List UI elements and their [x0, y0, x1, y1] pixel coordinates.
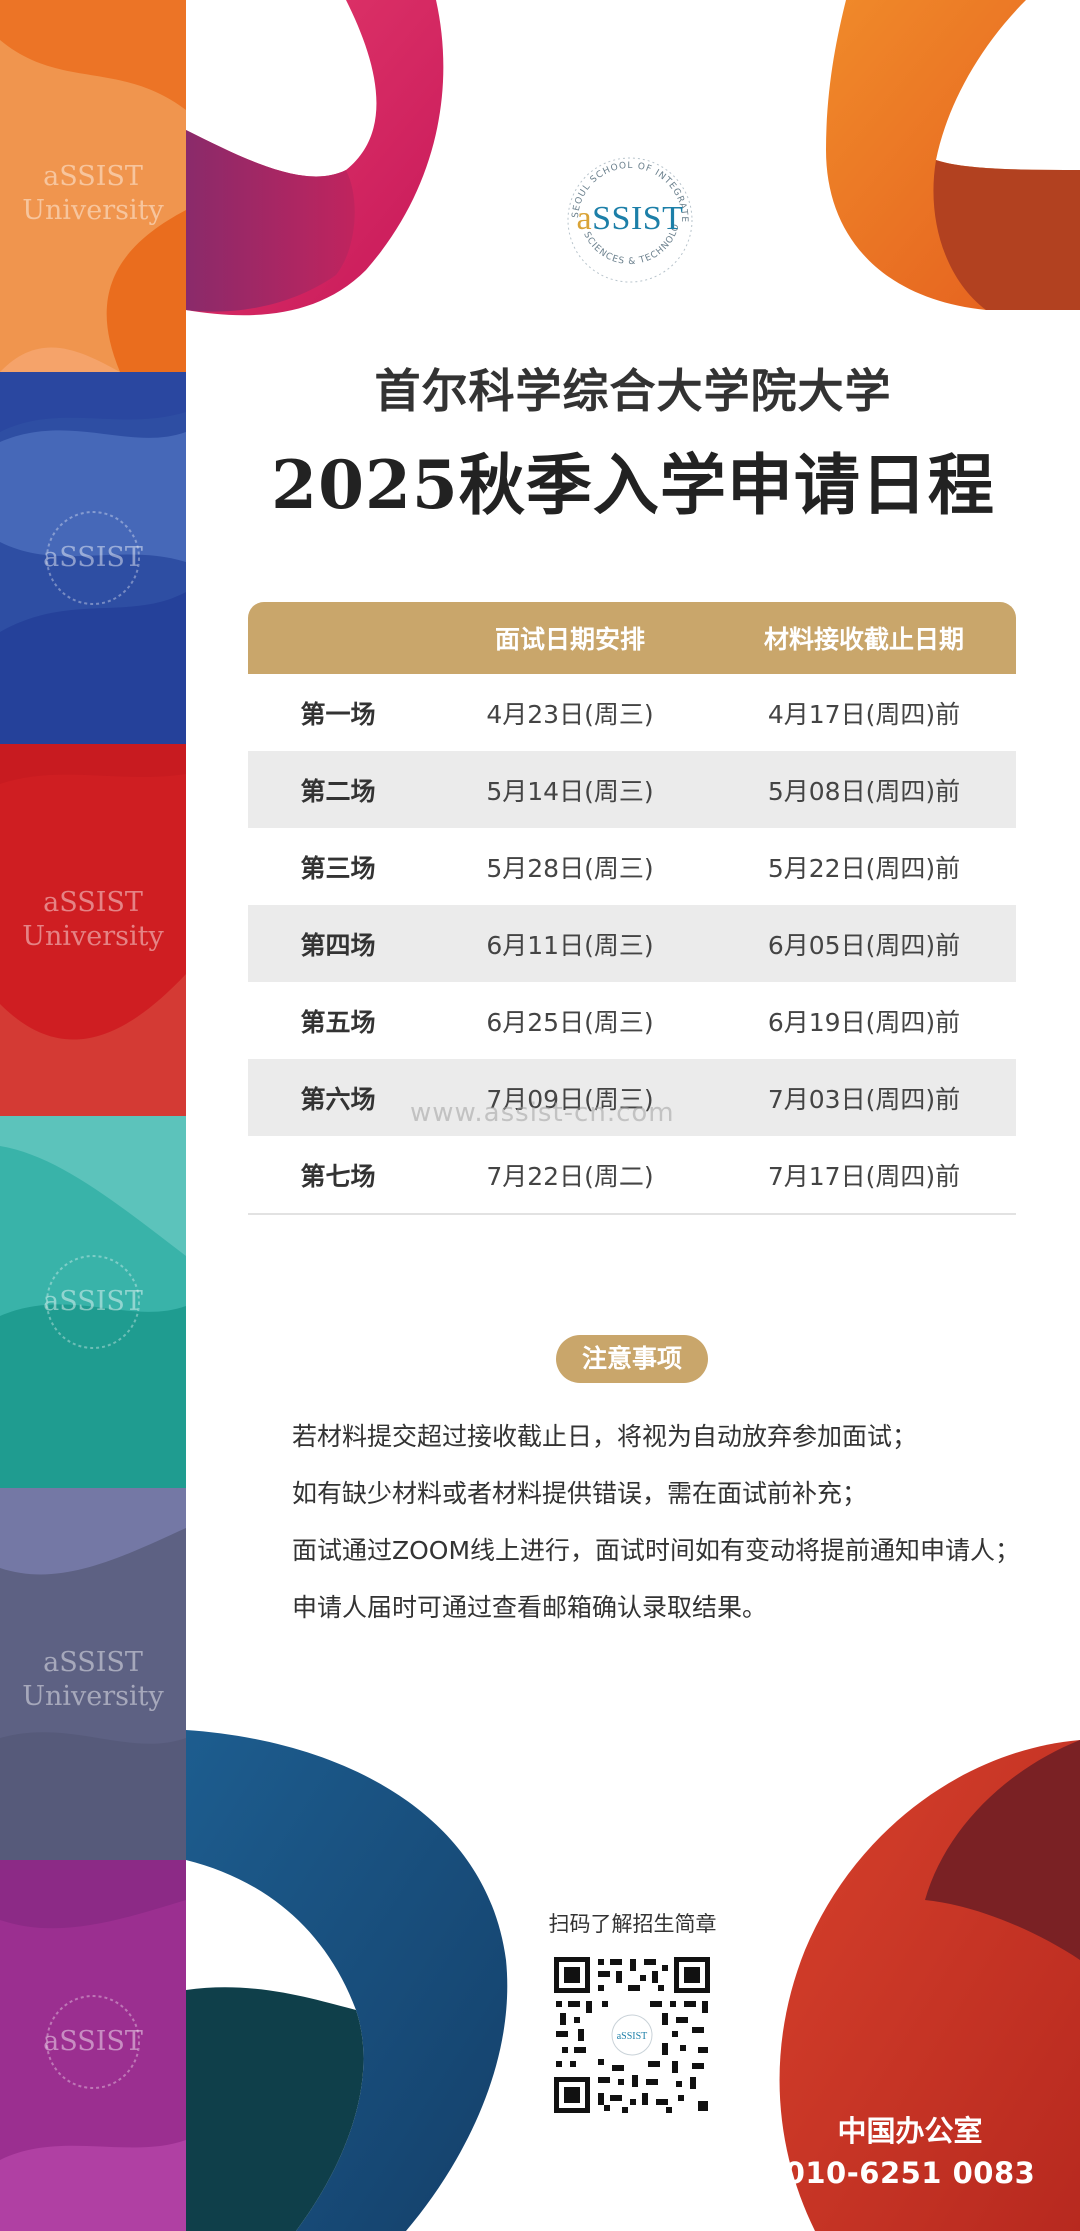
- side-panel-slate: aSSIST University: [0, 1488, 186, 1860]
- deadline-cell: 6月19日(周四)前: [767, 1007, 961, 1037]
- side-panel-brand: aSSIST: [43, 161, 143, 192]
- session-cell: 第五场: [300, 1007, 376, 1037]
- notice-list: 若材料提交超过接收截止日，将视为自动放弃参加面试； 如有缺少材料或者材料提供错误…: [292, 1408, 1032, 1636]
- qr-caption: 扫码了解招生简章: [548, 1912, 717, 1936]
- session-cell: 第一场: [300, 699, 376, 729]
- logo-wordmark-a: a: [576, 200, 593, 237]
- qr-code-icon[interactable]: aSSIST: [552, 1955, 712, 2115]
- side-color-strip: aSSIST University aSSIST aSSIST Universi…: [0, 0, 186, 2231]
- session-cell: 第七场: [300, 1161, 376, 1191]
- qr-center-logo: aSSIST: [617, 2031, 648, 2042]
- notice-line: 如有缺少材料或者材料提供错误，需在面试前补充；: [292, 1479, 868, 1508]
- page-subtitle: 首尔科学综合大学院大学: [374, 364, 892, 418]
- deadline-cell: 7月03日(周四)前: [767, 1084, 961, 1114]
- side-panel-brand-sub: University: [22, 1681, 164, 1712]
- table-row: 第一场 4月23日(周三) 4月17日(周四)前: [248, 674, 1016, 751]
- table-row: 第二场 5月14日(周三) 5月08日(周四)前: [248, 751, 1016, 828]
- session-cell: 第二场: [300, 776, 376, 806]
- table-row: 第七场 7月22日(周二) 7月17日(周四)前: [248, 1136, 1016, 1215]
- ribbon-magenta-top-left: [186, 0, 444, 316]
- session-cell: 第四场: [300, 930, 376, 960]
- table-header: 面试日期安排 材料接收截止日期: [248, 602, 1016, 674]
- session-cell: 第三场: [300, 853, 376, 883]
- table-row: 第三场 5月28日(周三) 5月22日(周四)前: [248, 828, 1016, 905]
- side-panel-blue: aSSIST: [0, 372, 186, 744]
- website-watermark: www.assist-cn.com: [410, 1098, 675, 1128]
- table-row: 第五场 6月25日(周三) 6月19日(周四)前: [248, 982, 1016, 1059]
- deadline-cell: 7月17日(周四)前: [767, 1161, 961, 1191]
- page-title: 2025秋季入学申请日程: [271, 446, 995, 524]
- side-panel-brand: aSSIST: [43, 887, 143, 918]
- side-panel-brand: aSSIST: [43, 1286, 143, 1317]
- interview-date-cell: 5月28日(周三): [486, 853, 654, 883]
- table-row: 第四场 6月11日(周三) 6月05日(周四)前: [248, 905, 1016, 982]
- side-panel-teal: aSSIST: [0, 1116, 186, 1488]
- interview-date-cell: 6月25日(周三): [486, 1007, 654, 1037]
- ribbon-blue-bottom-left: [186, 1730, 508, 2231]
- side-panel-brand-sub: University: [22, 195, 164, 226]
- deadline-cell: 5月22日(周四)前: [767, 853, 961, 883]
- side-panel-brand: aSSIST: [43, 542, 143, 573]
- notice-line: 面试通过ZOOM线上进行，面试时间如有变动将提前通知申请人；: [292, 1536, 1021, 1565]
- column-header-interview: 面试日期安排: [494, 625, 645, 654]
- session-cell: 第六场: [300, 1084, 376, 1114]
- notice-line: 若材料提交超过接收截止日，将视为自动放弃参加面试；: [292, 1422, 918, 1451]
- brand-logo: SEOUL SCHOOL OF INTEGRATED SCIENCES & TE…: [560, 150, 700, 290]
- side-panel-orange: aSSIST University: [0, 0, 186, 372]
- office-label: 中国办公室: [837, 2114, 983, 2148]
- column-header-deadline: 材料接收截止日期: [763, 625, 964, 654]
- interview-date-cell: 7月22日(周二): [486, 1161, 654, 1191]
- side-panel-red: aSSIST University: [0, 744, 186, 1116]
- interview-date-cell: 4月23日(周三): [486, 699, 654, 729]
- side-panel-purple: aSSIST: [0, 1860, 186, 2231]
- side-panel-brand-sub: University: [22, 921, 164, 952]
- deadline-cell: 5月08日(周四)前: [767, 776, 961, 806]
- deadline-cell: 6月05日(周四)前: [767, 930, 961, 960]
- notice-badge: 注意事项: [556, 1335, 708, 1383]
- deadline-cell: 4月17日(周四)前: [767, 699, 961, 729]
- phone-number[interactable]: 010-6251 0083: [780, 2156, 1040, 2190]
- interview-date-cell: 6月11日(周三): [486, 930, 654, 960]
- ribbon-orange-top-right: [826, 0, 1080, 310]
- side-panel-brand: aSSIST: [43, 1647, 143, 1678]
- logo-wordmark: aSSIST: [560, 200, 700, 238]
- side-panel-brand: aSSIST: [43, 2026, 143, 2057]
- interview-date-cell: 5月14日(周三): [486, 776, 654, 806]
- logo-wordmark-ssist: SSIST: [592, 200, 684, 237]
- notice-line: 申请人届时可通过查看邮箱确认录取结果。: [292, 1593, 768, 1622]
